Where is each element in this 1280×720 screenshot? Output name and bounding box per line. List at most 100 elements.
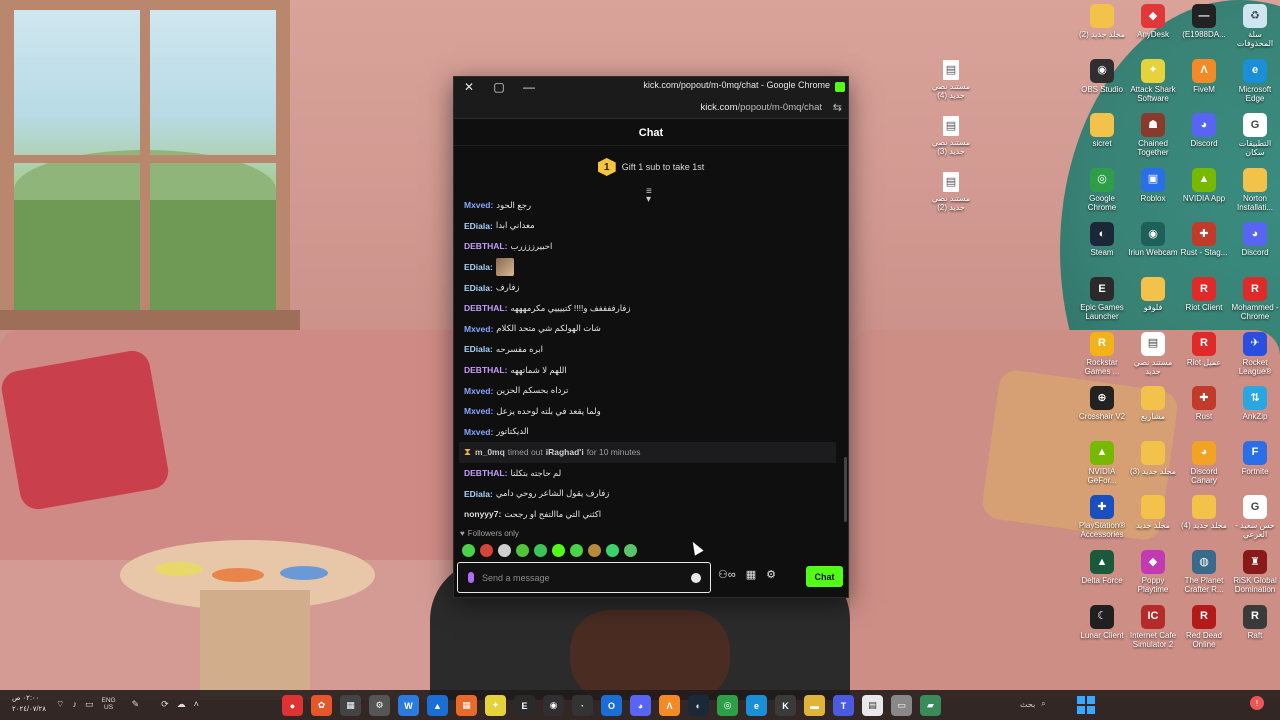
taskbar-app-dot-icon[interactable]: · — [572, 695, 593, 716]
chat-username[interactable]: DEBTHAL: — [464, 468, 507, 478]
taskbar-app-obs-icon[interactable]: ◉ — [543, 695, 564, 716]
taskbar-app-outlook-icon[interactable]: O — [601, 695, 622, 716]
maximize-icon[interactable]: ▢ — [484, 77, 514, 97]
volume-icon[interactable]: ♪ — [72, 699, 77, 709]
emote-icon[interactable] — [498, 544, 511, 557]
send-chat-button[interactable]: Chat — [806, 566, 843, 587]
desktop-icon[interactable]: R Mohammed - Chrome — [1229, 277, 1280, 321]
taskbar-app-gray-icon[interactable]: ▭ — [891, 695, 912, 716]
desktop-icon[interactable]: IC Internet Cafe Simulator 2 — [1127, 604, 1179, 649]
pen-icon[interactable]: ✎ — [132, 699, 140, 710]
gift-sub-banner[interactable]: 1 Gift 1 sub to take 1st — [454, 147, 848, 187]
taskbar-app-teams-icon[interactable]: T — [833, 695, 854, 716]
taskbar-app-kick-icon[interactable]: K — [775, 695, 796, 716]
desktop-icon[interactable]: ♻ سلة المحذوفات — [1229, 4, 1280, 48]
taskbar-app-notes-icon[interactable]: ▤ — [862, 695, 883, 716]
desktop-icon[interactable]: ✚ PlayStation® Accessories — [1076, 495, 1128, 539]
taskbar-app-attack-icon[interactable]: ✦ — [485, 695, 506, 716]
tray-app-icon[interactable]: ⟳ — [161, 699, 169, 710]
desktop-text-file-icon[interactable]: ▤ مستند نصي جديد (4) — [925, 60, 977, 100]
desktop-icon[interactable]: مشاريع — [1127, 386, 1179, 421]
desktop-icon[interactable]: ▲ NVIDIA GeFor... — [1076, 440, 1128, 485]
taskbar-app-epic-icon[interactable]: E — [514, 695, 535, 716]
taskbar-search[interactable]: بحث ⌕ — [1020, 699, 1046, 709]
close-icon[interactable]: ✕ — [454, 77, 484, 97]
taskbar-app-edge-icon[interactable]: e — [746, 695, 767, 716]
chat-scrollbar[interactable] — [844, 457, 847, 522]
gift-icon[interactable]: ▦ — [746, 568, 756, 581]
taskbar-app-chrome-icon[interactable]: ◎ — [717, 695, 738, 716]
taskbar-app-fivem-icon[interactable]: Λ — [659, 695, 680, 716]
chat-username[interactable]: Mxved: — [464, 200, 493, 210]
desktop-icon[interactable]: ⇅ AnkZip — [1229, 386, 1280, 421]
desktop-icon[interactable]: ☗ Chained Together — [1127, 113, 1179, 157]
users-icon[interactable]: ⚇∞ — [718, 568, 736, 581]
chat-username[interactable]: EDiala: — [464, 489, 493, 499]
chevron-up-icon[interactable]: ˄ — [194, 699, 199, 709]
desktop-icon[interactable]: فلوفو — [1127, 277, 1179, 312]
chat-username[interactable]: Mxved: — [464, 406, 493, 416]
chat-username[interactable]: DEBTHAL: — [464, 303, 507, 313]
desktop-icon[interactable]: — (E1988DA... — [1178, 4, 1230, 39]
chat-username[interactable]: EDiala: — [464, 344, 493, 354]
desktop-icon[interactable]: ◉ Iriun Webcam — [1127, 222, 1179, 257]
emote-icon[interactable] — [480, 544, 493, 557]
taskbar-app-colorful-icon[interactable]: ✿ — [311, 695, 332, 716]
desktop-icon[interactable]: ◎ Google Chrome — [1076, 167, 1128, 212]
desktop-icon[interactable]: ✚ Rust — [1178, 386, 1230, 421]
desktop-icon[interactable]: ⊕ Crosshair V2 — [1076, 386, 1128, 421]
taskbar-app-w-icon[interactable]: W — [398, 695, 419, 716]
desktop-icon[interactable]: (3) مجلد جديد — [1127, 440, 1179, 476]
taskbar-clock[interactable]: ٠٢:٠٠ ص ٢٠٢٤/٠٧/٢٨ — [12, 693, 46, 715]
network-icon[interactable]: ▭ — [85, 699, 94, 710]
taskbar-app-discord-icon[interactable]: ◕ — [630, 695, 651, 716]
desktop-icon[interactable]: E Epic Games Launcher — [1076, 277, 1128, 321]
desktop-icon[interactable]: G حس سعيد - العرعي — [1229, 495, 1280, 539]
taskbar-app-windows-icon[interactable]: ▦ — [456, 695, 477, 716]
chat-username[interactable]: DEBTHAL: — [464, 365, 507, 375]
taskbar-app-calc-icon[interactable]: ▦ — [340, 695, 361, 716]
emote-icon[interactable] — [588, 544, 601, 557]
chat-username[interactable]: Mxved: — [464, 386, 493, 396]
desktop-icon[interactable]: R Riot عميل — [1178, 331, 1230, 367]
notification-icon[interactable]: ! — [1250, 696, 1264, 710]
taskbar-recorder-icon[interactable]: ● — [282, 695, 303, 716]
chat-username[interactable]: EDiala: — [464, 283, 493, 293]
emote-icon[interactable] — [624, 544, 637, 557]
desktop-icon[interactable]: ◍ The Planet Crafter R... — [1178, 550, 1230, 594]
desktop-icon[interactable]: ☾ Lunar Client — [1076, 604, 1128, 640]
taskbar-app-settings-icon[interactable]: ⚙ — [369, 695, 390, 716]
emote-icon[interactable] — [516, 544, 529, 557]
chat-username[interactable]: EDiala: — [464, 221, 493, 231]
desktop-icon[interactable]: ◉ OBS Studio — [1076, 58, 1128, 94]
emoji-picker-icon[interactable] — [691, 572, 701, 583]
desktop-icon[interactable]: ▲ Delta Force — [1076, 550, 1128, 585]
desktop-icon[interactable]: ▤ مستند نصي جديد — [1127, 331, 1179, 376]
desktop-icon[interactable]: مجلد جديد — [1127, 495, 1179, 530]
desktop-text-file-icon[interactable]: ▤ مستند نصي جديد (3) — [925, 116, 977, 156]
desktop-icon[interactable]: ✚ Rust - Stag... — [1178, 222, 1230, 257]
desktop-icon[interactable]: Norton Installati... — [1229, 167, 1280, 212]
desktop-icon[interactable]: ♜ RiSK Global Domination — [1229, 550, 1280, 594]
emote-icon[interactable] — [570, 544, 583, 557]
desktop-icon[interactable]: ✦ Attack Shark Software — [1127, 58, 1179, 103]
emote-icon[interactable] — [552, 544, 565, 557]
chat-input-box[interactable] — [457, 562, 711, 593]
microphone-icon[interactable] — [468, 572, 474, 583]
minimize-icon[interactable]: — — [514, 77, 544, 97]
desktop-icon[interactable]: ◐ Steam — [1076, 222, 1128, 257]
chat-username[interactable]: nonyyy7: — [464, 509, 501, 519]
desktop-icon[interactable]: F Fortnite — [1229, 440, 1280, 476]
chat-username[interactable]: Mxved: — [464, 324, 493, 334]
desktop-icon[interactable]: ✈ Rocket League® — [1229, 331, 1280, 376]
message-input[interactable] — [482, 572, 683, 583]
start-button-icon[interactable] — [1077, 696, 1095, 714]
target-user[interactable]: iRaghad'i — [546, 447, 584, 457]
taskbar-app-wallpaper-icon[interactable]: ▰ — [920, 695, 941, 716]
emote-icon[interactable] — [462, 544, 475, 557]
chat-username[interactable]: DEBTHAL: — [464, 241, 507, 251]
language-indicator[interactable]: ENG US — [101, 697, 115, 711]
desktop-icon[interactable]: ◕ Discord Canary — [1178, 440, 1230, 485]
desktop-icon[interactable]: (4) مجلد جديد — [1178, 495, 1230, 530]
moderator-name[interactable]: m_0mq — [475, 447, 505, 457]
